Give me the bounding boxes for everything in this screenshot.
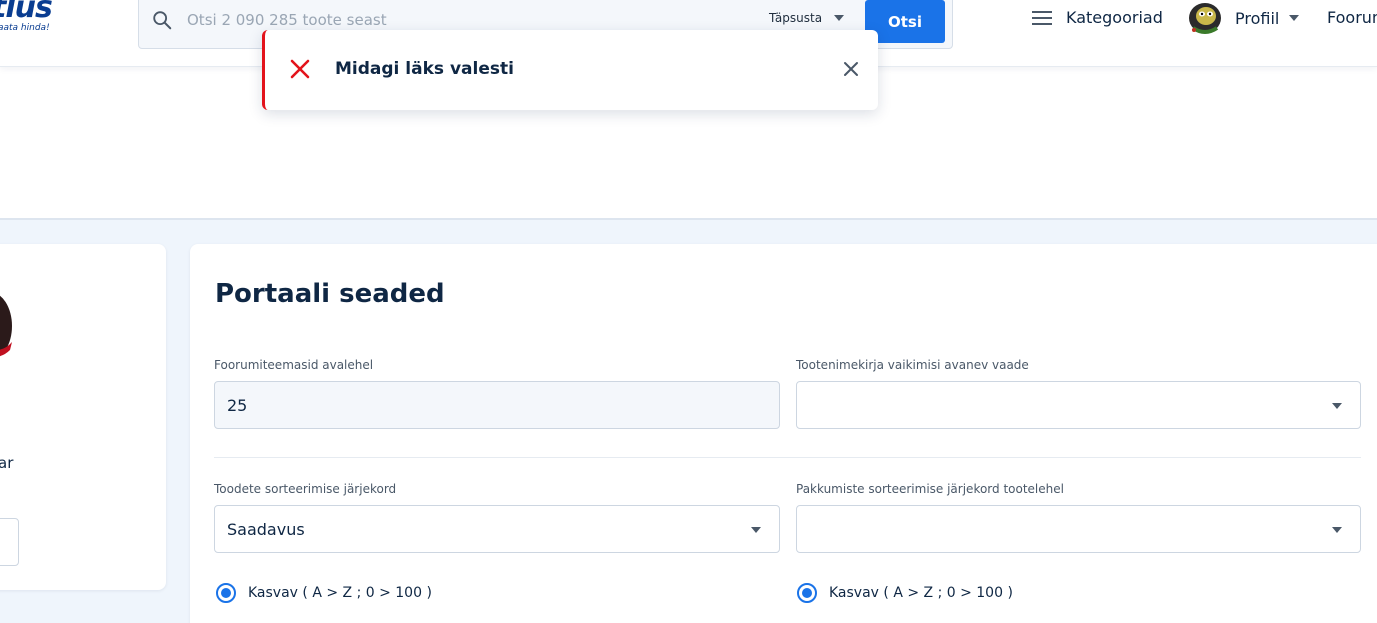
error-toast: Midagi läks valesti (262, 30, 878, 110)
chevron-down-icon (834, 15, 845, 21)
default-view-select[interactable] (796, 381, 1361, 429)
page-title: Portaali seaded (215, 279, 445, 309)
product-sort-select[interactable]: Saadavus (214, 505, 780, 553)
nav-categories[interactable]: Kategooriad (1032, 8, 1163, 27)
logo-tagline: aata hinda! (0, 23, 50, 33)
menu-icon (1032, 10, 1052, 25)
nav-forum[interactable]: Foorum (1327, 8, 1377, 27)
profile-sidebar-card: ar (0, 244, 166, 590)
product-sort-ascending-radio[interactable]: Kasvav ( A > Z ; 0 > 100 ) (216, 583, 432, 603)
offer-sort-ascending-radio[interactable]: Kasvav ( A > Z ; 0 > 100 ) (797, 583, 1013, 603)
nav-profile[interactable]: Profiil (1185, 0, 1300, 36)
chevron-down-icon (1289, 15, 1300, 21)
toast-message: Midagi läks valesti (335, 59, 514, 79)
sidebar-partial-label: ar (0, 454, 14, 472)
sidebar-input[interactable] (0, 518, 19, 566)
forum-topics-input[interactable]: 25 (214, 381, 780, 429)
product-sort-ascending-label: Kasvav ( A > Z ; 0 > 100 ) (248, 585, 432, 601)
offer-sort-select[interactable] (796, 505, 1361, 553)
offer-sort-ascending-label: Kasvav ( A > Z ; 0 > 100 ) (829, 585, 1013, 601)
forum-topics-value: 25 (227, 395, 248, 415)
product-sort-value: Saadavus (227, 519, 305, 539)
radio-selected-icon (797, 583, 817, 603)
search-icon (153, 11, 172, 30)
precise-dropdown[interactable]: Täpsusta (769, 11, 845, 25)
close-icon[interactable] (843, 61, 859, 77)
avatar (1189, 3, 1221, 34)
default-view-label: Tootenimekirja vaikimisi avanev vaade (796, 358, 1029, 372)
chevron-down-icon (1332, 403, 1342, 409)
logo-text: tlus (0, 0, 53, 25)
radio-selected-icon (216, 583, 236, 603)
profile-avatar (0, 295, 12, 357)
forum-topics-label: Foorumiteemasid avalehel (214, 358, 374, 372)
precise-label: Täpsusta (769, 11, 823, 25)
portal-settings-card: Portaali seaded Foorumiteemasid avalehel… (190, 244, 1377, 623)
divider (214, 457, 1361, 458)
site-logo[interactable]: tlus aata hinda! (0, 0, 53, 33)
offer-sort-label: Pakkumiste sorteerimise järjekord tootel… (796, 482, 1064, 496)
nav-categories-label: Kategooriad (1066, 8, 1163, 27)
nav-profile-label: Profiil (1235, 8, 1280, 28)
chevron-down-icon (1332, 527, 1342, 533)
error-icon (290, 59, 310, 79)
product-sort-label: Toodete sorteerimise järjekord (214, 482, 397, 496)
chevron-down-icon (751, 527, 761, 533)
search-input[interactable] (187, 9, 747, 31)
